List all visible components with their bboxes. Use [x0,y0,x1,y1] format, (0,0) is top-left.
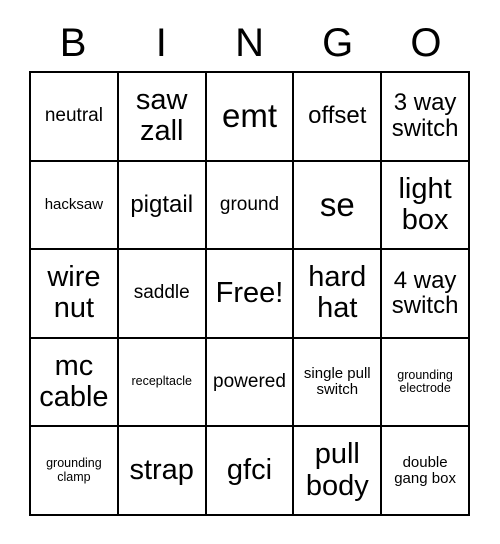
bingo-cell-label: strap [129,454,194,487]
bingo-cell-free[interactable]: Free! [206,250,295,339]
bingo-cell[interactable]: mc cable [31,338,119,428]
bingo-cell[interactable]: double gang box [382,427,470,516]
bingo-cell[interactable]: single pull switch [294,338,383,428]
bingo-grid: neutral saw zall emt offset 3 way switch hack… [29,71,470,516]
bingo-cell-label: grounding clamp [46,456,102,484]
bingo-cell-label: 4 way switch [391,266,459,320]
bingo-cell-label: ground [219,193,280,215]
bingo-cell-label: saw zall [135,83,188,148]
bingo-cell-label: saddle [133,282,190,304]
bingo-cell-label: offset [308,102,367,130]
bingo-cell-label: pull body [305,438,369,502]
bingo-cell-label: double gang box [394,453,456,487]
bingo-cell-label: Free! [215,276,284,309]
bingo-cell[interactable]: hacksaw [31,161,119,251]
bingo-cell[interactable]: grounding clamp [31,427,119,516]
bingo-cell-label: 3 way switch [391,89,459,143]
header-letter-n: N [235,21,264,65]
bingo-cell-label: single pull switch [303,364,371,399]
bingo-cell[interactable]: wire nut [31,250,119,339]
bingo-cell-label: light box [398,172,452,236]
bingo-header: B I N G O [29,18,470,68]
bingo-cell[interactable]: pull body [294,427,383,516]
bingo-cell-label: powered [213,370,286,392]
bingo-cell[interactable]: saw zall [118,73,207,162]
bingo-cell[interactable]: emt [206,73,295,162]
bingo-cell[interactable]: gfci [206,427,295,516]
bingo-cell[interactable]: pigtail [118,161,207,251]
bingo-cell[interactable]: se [294,161,383,251]
header-letter-b: B [59,21,87,65]
bingo-cell[interactable]: 4 way switch [382,250,470,339]
bingo-cell[interactable]: offset [294,73,383,162]
header-letter-g: G [322,21,354,65]
bingo-cell[interactable]: hard hat [294,250,383,339]
bingo-cell-label: emt [221,97,277,135]
bingo-cell[interactable]: 3 way switch [382,73,470,162]
bingo-cell-label: mc cable [39,349,109,414]
bingo-cell[interactable]: light box [382,161,470,251]
bingo-cell[interactable]: powered [206,338,295,428]
bingo-cell-label: hacksaw [44,195,104,213]
bingo-cell[interactable]: grounding electrode [382,338,470,428]
bingo-cell-label: recepltacle [131,374,192,389]
header-letter-i: I [155,21,167,65]
bingo-card: B I N G O neutral saw zall emt offset 3 way … [0,0,500,544]
bingo-cell[interactable]: neutral [31,73,119,162]
bingo-cell-label: se [319,186,355,224]
bingo-cell-label: pigtail [130,190,194,218]
bingo-cell-label: gfci [226,454,273,487]
bingo-cell-label: grounding electrode [397,367,453,396]
bingo-cell[interactable]: recepltacle [118,338,207,428]
bingo-cell[interactable]: saddle [118,250,207,339]
header-letter-o: O [410,21,442,65]
bingo-cell-label: wire nut [47,261,101,325]
bingo-cell[interactable]: ground [206,161,295,251]
bingo-cell-label: hard hat [308,261,367,325]
bingo-cell[interactable]: strap [118,427,207,516]
bingo-cell-label: neutral [44,105,103,127]
